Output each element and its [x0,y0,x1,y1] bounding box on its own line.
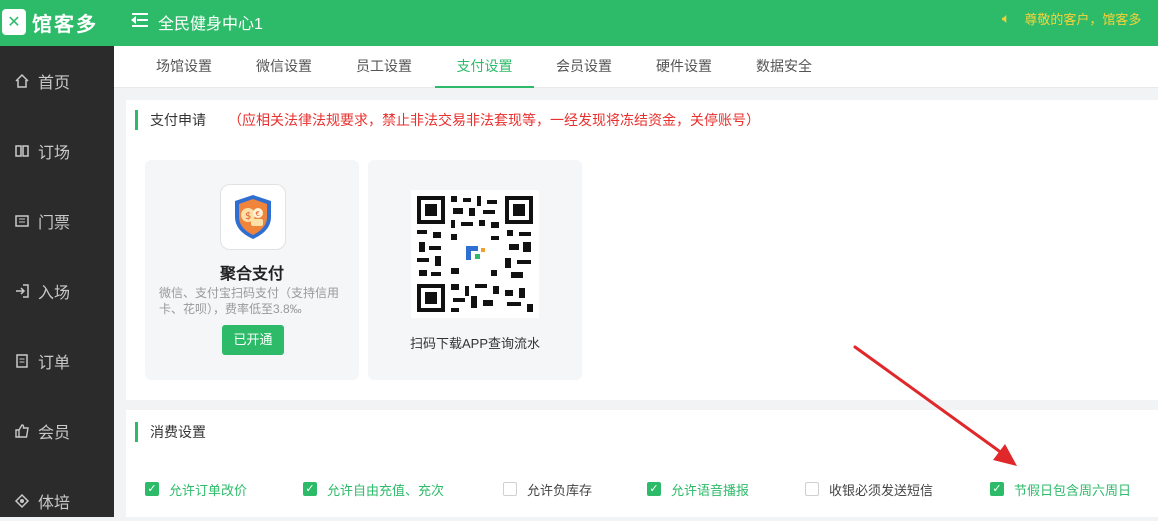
option-label: 节假日包含周六周日 [1014,482,1132,498]
menu-toggle-icon[interactable] [128,9,150,31]
speaker-icon: 🔈︎ [1002,10,1011,26]
logo-text: 馆客多 [32,13,98,36]
option-label: 允许语音播报 [671,482,750,498]
option-holidays-include-weekends[interactable]: ✓ 节假日包含周六周日 [990,480,1131,498]
payment-section-title: 支付申请 （应相关法律法规要求，禁止非法交易非法套现等，一经发现将冻结资金，关停… [135,109,760,131]
option-label: 允许负库存 [527,482,593,498]
home-icon [14,73,30,89]
consumption-title: 消费设置 [150,424,206,440]
sidebar-item-label: 入场 [38,285,71,302]
tab-member-settings[interactable]: 会员设置 [542,46,626,88]
svg-text:€: € [256,210,260,218]
entry-icon [14,283,30,299]
aggregate-payment-description: 微信、支付宝扫码支付（支持信用卡、花呗），费率低至3.8‰ [159,286,340,316]
settings-tabs: 场馆设置 微信设置 员工设置 支付设置 会员设置 硬件设置 数据安全 [114,46,1158,88]
app-download-caption: 扫码下载APP查询流水 [409,336,540,351]
checkbox-checked[interactable]: ✓ [303,482,317,496]
option-allow-order-price-change[interactable]: ✓ 允许订单改价 [145,480,247,498]
checkbox-checked[interactable]: ✓ [145,482,159,496]
sidebar-item-ticket[interactable]: 门票 [0,201,114,241]
shield-payment-icon: $ € [220,184,286,250]
member-icon [14,423,30,439]
sidebar-item-label: 订场 [38,145,71,162]
sidebar-item-label: 订单 [38,355,71,372]
svg-text:$: $ [245,211,251,222]
checkbox-checked[interactable]: ✓ [990,482,1004,496]
tab-payment-settings[interactable]: 支付设置 [435,46,534,88]
tab-staff-settings[interactable]: 员工设置 [342,46,426,88]
sidebar-item-label: 首页 [38,75,71,92]
option-label: 允许订单改价 [169,482,248,498]
checkbox-checked[interactable]: ✓ [647,482,661,496]
tab-wechat-settings[interactable]: 微信设置 [242,46,326,88]
tab-data-security[interactable]: 数据安全 [742,46,826,88]
option-allow-negative-stock[interactable]: 允许负库存 [503,480,592,498]
logo[interactable]: ✕ 馆客多 [0,6,98,38]
payment-panel: 支付申请 （应相关法律法规要求，禁止非法交易非法套现等，一经发现将冻结资金，关停… [126,100,1158,400]
consumption-section-title: 消费设置 [135,421,206,443]
option-label: 收银必须发送短信 [829,482,934,498]
app-download-card: 扫码下载APP查询流水 [368,160,582,380]
sidebar: 首页 订场 门票 入场 订单 会员 体培 [0,46,114,517]
sidebar-item-entry[interactable]: 入场 [0,271,114,311]
venue-name[interactable]: 全民健身中心1 [158,10,263,34]
ticket-icon [14,213,30,229]
sidebar-item-label: 会员 [38,425,71,442]
sidebar-item-booking[interactable]: 订场 [0,131,114,171]
option-allow-voice-broadcast[interactable]: ✓ 允许语音播报 [647,480,749,498]
sidebar-item-member[interactable]: 会员 [0,411,114,451]
option-label: 允许自由充值、充次 [327,482,445,498]
tab-hardware-settings[interactable]: 硬件设置 [642,46,726,88]
option-cashier-must-send-sms[interactable]: 收银必须发送短信 [805,480,933,498]
announcement-text: 尊敬的客户，馆客多 [1024,12,1142,27]
option-allow-free-recharge[interactable]: ✓ 允许自由充值、充次 [303,480,444,498]
section-accent-bar [135,110,138,130]
booking-icon [14,143,30,159]
sidebar-item-training[interactable]: 体培 [0,481,114,521]
payment-title: 支付申请 [150,112,206,128]
top-bar: ✕ 馆客多 全民健身中心1 🔈︎ 尊敬的客户，馆客多 [0,0,1158,46]
sidebar-item-home[interactable]: 首页 [0,61,114,101]
payment-warning: （应相关法律法规要求，禁止非法交易非法套现等，一经发现将冻结资金，关停账号） [228,112,760,128]
training-icon [14,493,30,509]
sidebar-item-label: 门票 [38,215,71,232]
qr-code-image [411,190,539,318]
sidebar-item-label: 体培 [38,495,71,512]
sidebar-item-order[interactable]: 订单 [0,341,114,381]
aggregate-payment-card: $ € 聚合支付 微信、支付宝扫码支付（支持信用卡、花呗），费率低至3.8‰ 已… [145,160,359,380]
order-icon [14,353,30,369]
tab-venue-settings[interactable]: 场馆设置 [142,46,226,88]
consumption-panel: 消费设置 [126,410,1158,517]
checkbox-unchecked[interactable] [503,482,517,496]
activated-button[interactable]: 已开通 [222,325,284,355]
checkbox-unchecked[interactable] [805,482,819,496]
aggregate-payment-title: 聚合支付 [219,266,284,283]
section-accent-bar [135,422,138,442]
announcement-bar: 🔈︎ 尊敬的客户，馆客多 [1002,9,1141,28]
logo-icon: ✕ [2,9,26,35]
